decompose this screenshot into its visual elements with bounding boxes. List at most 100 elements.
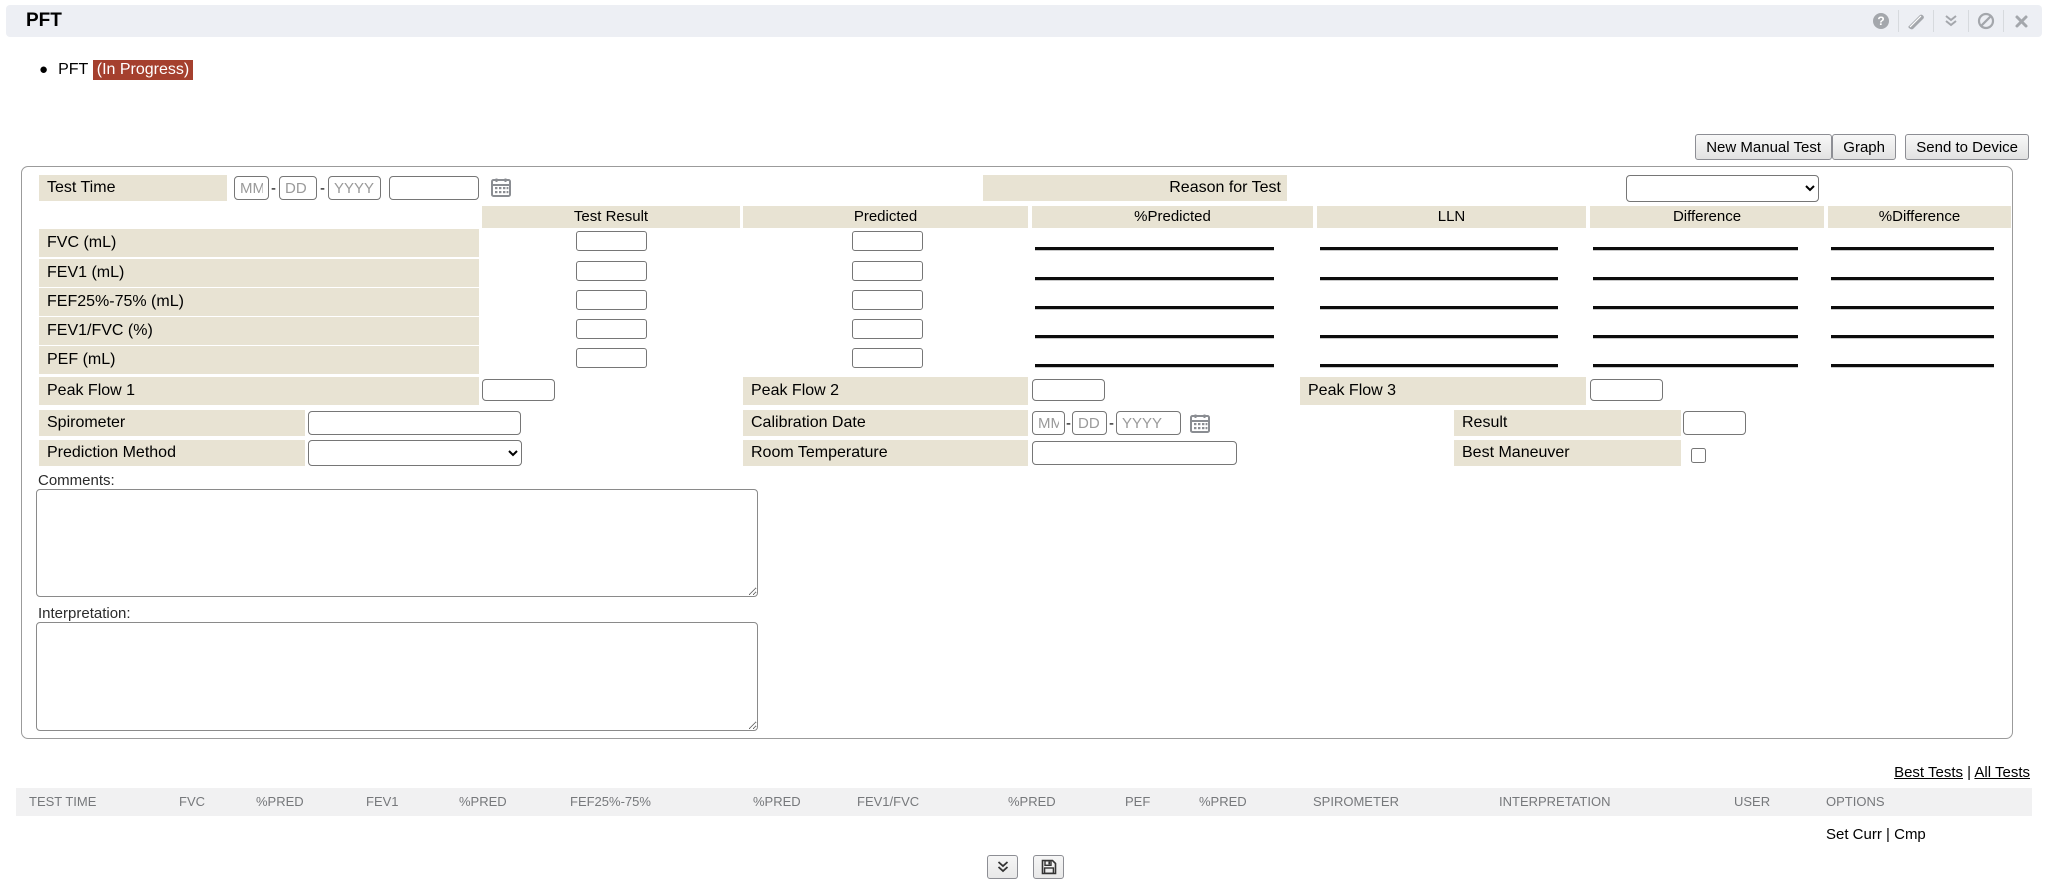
interpretation-label: Interpretation: xyxy=(38,605,131,622)
fev1-lln-line xyxy=(1320,277,1558,280)
fev1-fvc-percent-predicted-line xyxy=(1035,335,1274,338)
result-input[interactable] xyxy=(1683,411,1746,435)
col-user: USER xyxy=(1734,788,1770,816)
pef-predicted-input[interactable] xyxy=(852,348,923,368)
fev1-fvc-predicted-input[interactable] xyxy=(852,319,923,339)
fef-predicted-input[interactable] xyxy=(852,290,923,310)
metric-label: PEF (mL) xyxy=(39,346,479,374)
col-pred-5: %PRED xyxy=(1199,788,1247,816)
col-spirometer: SPIROMETER xyxy=(1313,788,1399,816)
collapse-icon[interactable] xyxy=(1934,5,1968,37)
fev1-fvc-lln-line xyxy=(1320,335,1558,338)
column-header-difference: Difference xyxy=(1590,206,1824,228)
fvc-percent-difference-line xyxy=(1831,247,1994,250)
test-time-label: Test Time xyxy=(39,175,227,201)
tests-filter-links: Best Tests | All Tests xyxy=(1894,764,2030,781)
save-button[interactable] xyxy=(1033,855,1064,879)
date-separator: - xyxy=(1066,415,1071,432)
test-time-year-input[interactable] xyxy=(328,176,381,200)
fev1-fvc-difference-line xyxy=(1593,335,1798,338)
test-time-time-input[interactable] xyxy=(389,176,479,200)
close-icon[interactable] xyxy=(2004,5,2038,37)
metric-label: FEV1 (mL) xyxy=(39,259,479,287)
row-options: Set Curr | Cmp xyxy=(1826,826,1926,843)
metric-label: FEF25%-75% (mL) xyxy=(39,288,479,316)
comments-textarea[interactable] xyxy=(36,489,758,597)
new-manual-test-button[interactable]: New Manual Test xyxy=(1695,134,1832,160)
send-to-device-button[interactable]: Send to Device xyxy=(1905,134,2029,160)
room-temperature-input[interactable] xyxy=(1032,441,1237,465)
page-title: PFT xyxy=(26,10,62,32)
calendar-icon[interactable] xyxy=(491,177,511,202)
fev1-test-result-input[interactable] xyxy=(576,261,647,281)
test-time-month-input[interactable] xyxy=(234,176,269,200)
fev1-fvc-percent-difference-line xyxy=(1831,335,1994,338)
column-header-predicted: Predicted xyxy=(743,206,1028,228)
col-pred-1: %PRED xyxy=(256,788,304,816)
calibration-date-label: Calibration Date xyxy=(743,410,1028,436)
svg-text:?: ? xyxy=(1877,14,1884,28)
fef-percent-difference-line xyxy=(1831,306,1994,309)
col-pred-4: %PRED xyxy=(1008,788,1056,816)
cmp-link[interactable]: Cmp xyxy=(1894,826,1926,843)
spirometer-input[interactable] xyxy=(308,411,521,435)
calibration-year-input[interactable] xyxy=(1116,411,1181,435)
prediction-method-select[interactable] xyxy=(308,440,522,466)
peak-flow-2-input[interactable] xyxy=(1032,379,1105,401)
help-icon[interactable]: ? xyxy=(1864,5,1898,37)
window-titlebar: PFT ? xyxy=(6,5,2042,37)
titlebar-actions: ? xyxy=(1864,5,2038,37)
all-tests-link[interactable]: All Tests xyxy=(1974,764,2030,781)
peak-flow-3-input[interactable] xyxy=(1590,379,1663,401)
fef-lln-line xyxy=(1320,306,1558,309)
fev1-fvc-test-result-input[interactable] xyxy=(576,319,647,339)
best-maneuver-checkbox[interactable] xyxy=(1691,448,1706,463)
peak-flow-1-label: Peak Flow 1 xyxy=(39,377,479,405)
col-fvc: FVC xyxy=(179,788,205,816)
column-header-percent-predicted: %Predicted xyxy=(1032,206,1313,228)
col-fev1: FEV1 xyxy=(366,788,399,816)
metric-row-fev1-fvc: FEV1/FVC (%) xyxy=(22,317,2012,345)
pef-percent-predicted-line xyxy=(1035,364,1274,367)
date-separator: - xyxy=(1109,415,1114,432)
best-maneuver-label: Best Maneuver xyxy=(1454,440,1681,466)
cancel-icon[interactable] xyxy=(1969,5,2003,37)
book-icon[interactable] xyxy=(1899,5,1933,37)
pef-test-result-input[interactable] xyxy=(576,348,647,368)
metric-row-fef: FEF25%-75% (mL) xyxy=(22,288,2012,316)
status-badge: (In Progress) xyxy=(93,60,193,80)
fef-test-result-input[interactable] xyxy=(576,290,647,310)
reason-for-test-select[interactable] xyxy=(1626,175,1819,202)
peak-flow-2-label: Peak Flow 2 xyxy=(743,377,1028,405)
col-pred-3: %PRED xyxy=(753,788,801,816)
calibration-day-input[interactable] xyxy=(1072,411,1107,435)
peak-flow-1-input[interactable] xyxy=(482,379,555,401)
test-time-day-input[interactable] xyxy=(279,176,317,200)
column-header-percent-difference: %Difference xyxy=(1828,206,2011,228)
metric-row-fvc: FVC (mL) xyxy=(22,229,2012,257)
graph-button[interactable]: Graph xyxy=(1832,134,1896,160)
fev1-predicted-input[interactable] xyxy=(852,261,923,281)
best-tests-link[interactable]: Best Tests xyxy=(1894,764,1963,781)
prediction-method-label: Prediction Method xyxy=(39,440,305,466)
pft-form: Test Time - - Reason for Test Test Resul… xyxy=(21,166,2013,739)
collapse-section-button[interactable] xyxy=(987,855,1018,879)
date-separator: - xyxy=(271,180,276,197)
fvc-test-result-input[interactable] xyxy=(576,231,647,251)
set-curr-link[interactable]: Set Curr xyxy=(1826,826,1882,843)
interpretation-textarea[interactable] xyxy=(36,622,758,731)
calendar-icon[interactable] xyxy=(1190,413,1210,438)
pef-difference-line xyxy=(1593,364,1798,367)
fvc-lln-line xyxy=(1320,247,1558,250)
fef-difference-line xyxy=(1593,306,1798,309)
fev1-percent-difference-line xyxy=(1831,277,1994,280)
col-interpretation: INTERPRETATION xyxy=(1499,788,1610,816)
pef-percent-difference-line xyxy=(1831,364,1994,367)
column-header-test-result: Test Result xyxy=(482,206,740,228)
column-header-lln: LLN xyxy=(1317,206,1586,228)
metric-label: FEV1/FVC (%) xyxy=(39,317,479,345)
fev1-difference-line xyxy=(1593,277,1798,280)
fef-percent-predicted-line xyxy=(1035,306,1274,309)
fvc-predicted-input[interactable] xyxy=(852,231,923,251)
calibration-month-input[interactable] xyxy=(1032,411,1065,435)
